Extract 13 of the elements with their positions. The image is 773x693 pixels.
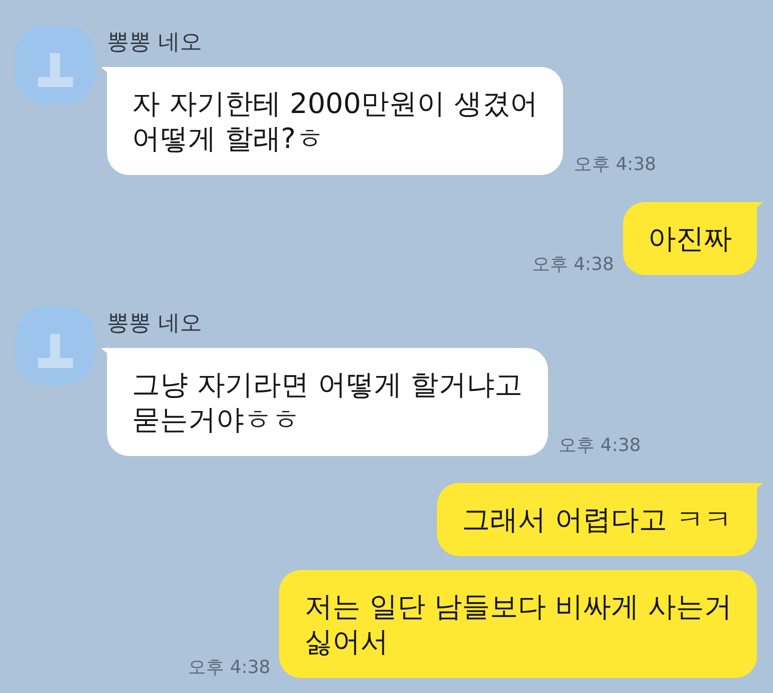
- avatar-icon[interactable]: [15, 25, 95, 104]
- sender-name: 뽕뽕 네오: [107, 310, 202, 338]
- message-bubble: 아진짜: [623, 202, 763, 275]
- message-time: 오후 4:38: [188, 658, 270, 678]
- avatar-icon[interactable]: [15, 306, 95, 385]
- message-time: 오후 4:38: [558, 436, 641, 456]
- message-time: 오후 4:38: [574, 155, 656, 175]
- message-bubble: 그냥 자기라면 어떻게 할거냐고 묻는거야ㅎㅎ: [101, 348, 548, 456]
- message-bubble: 자 자기한테 2000만원이 생겼어 어떻게 할래?ㅎ: [101, 67, 563, 175]
- message-time: 오후 4:38: [532, 255, 614, 275]
- message-bubble: 저는 일단 남들보다 비싸게 사는거 싫어서: [279, 570, 757, 678]
- message-bubble: 그래서 어렵다고 ㅋㅋ: [437, 483, 763, 556]
- sender-name: 뽕뽕 네오: [107, 29, 202, 57]
